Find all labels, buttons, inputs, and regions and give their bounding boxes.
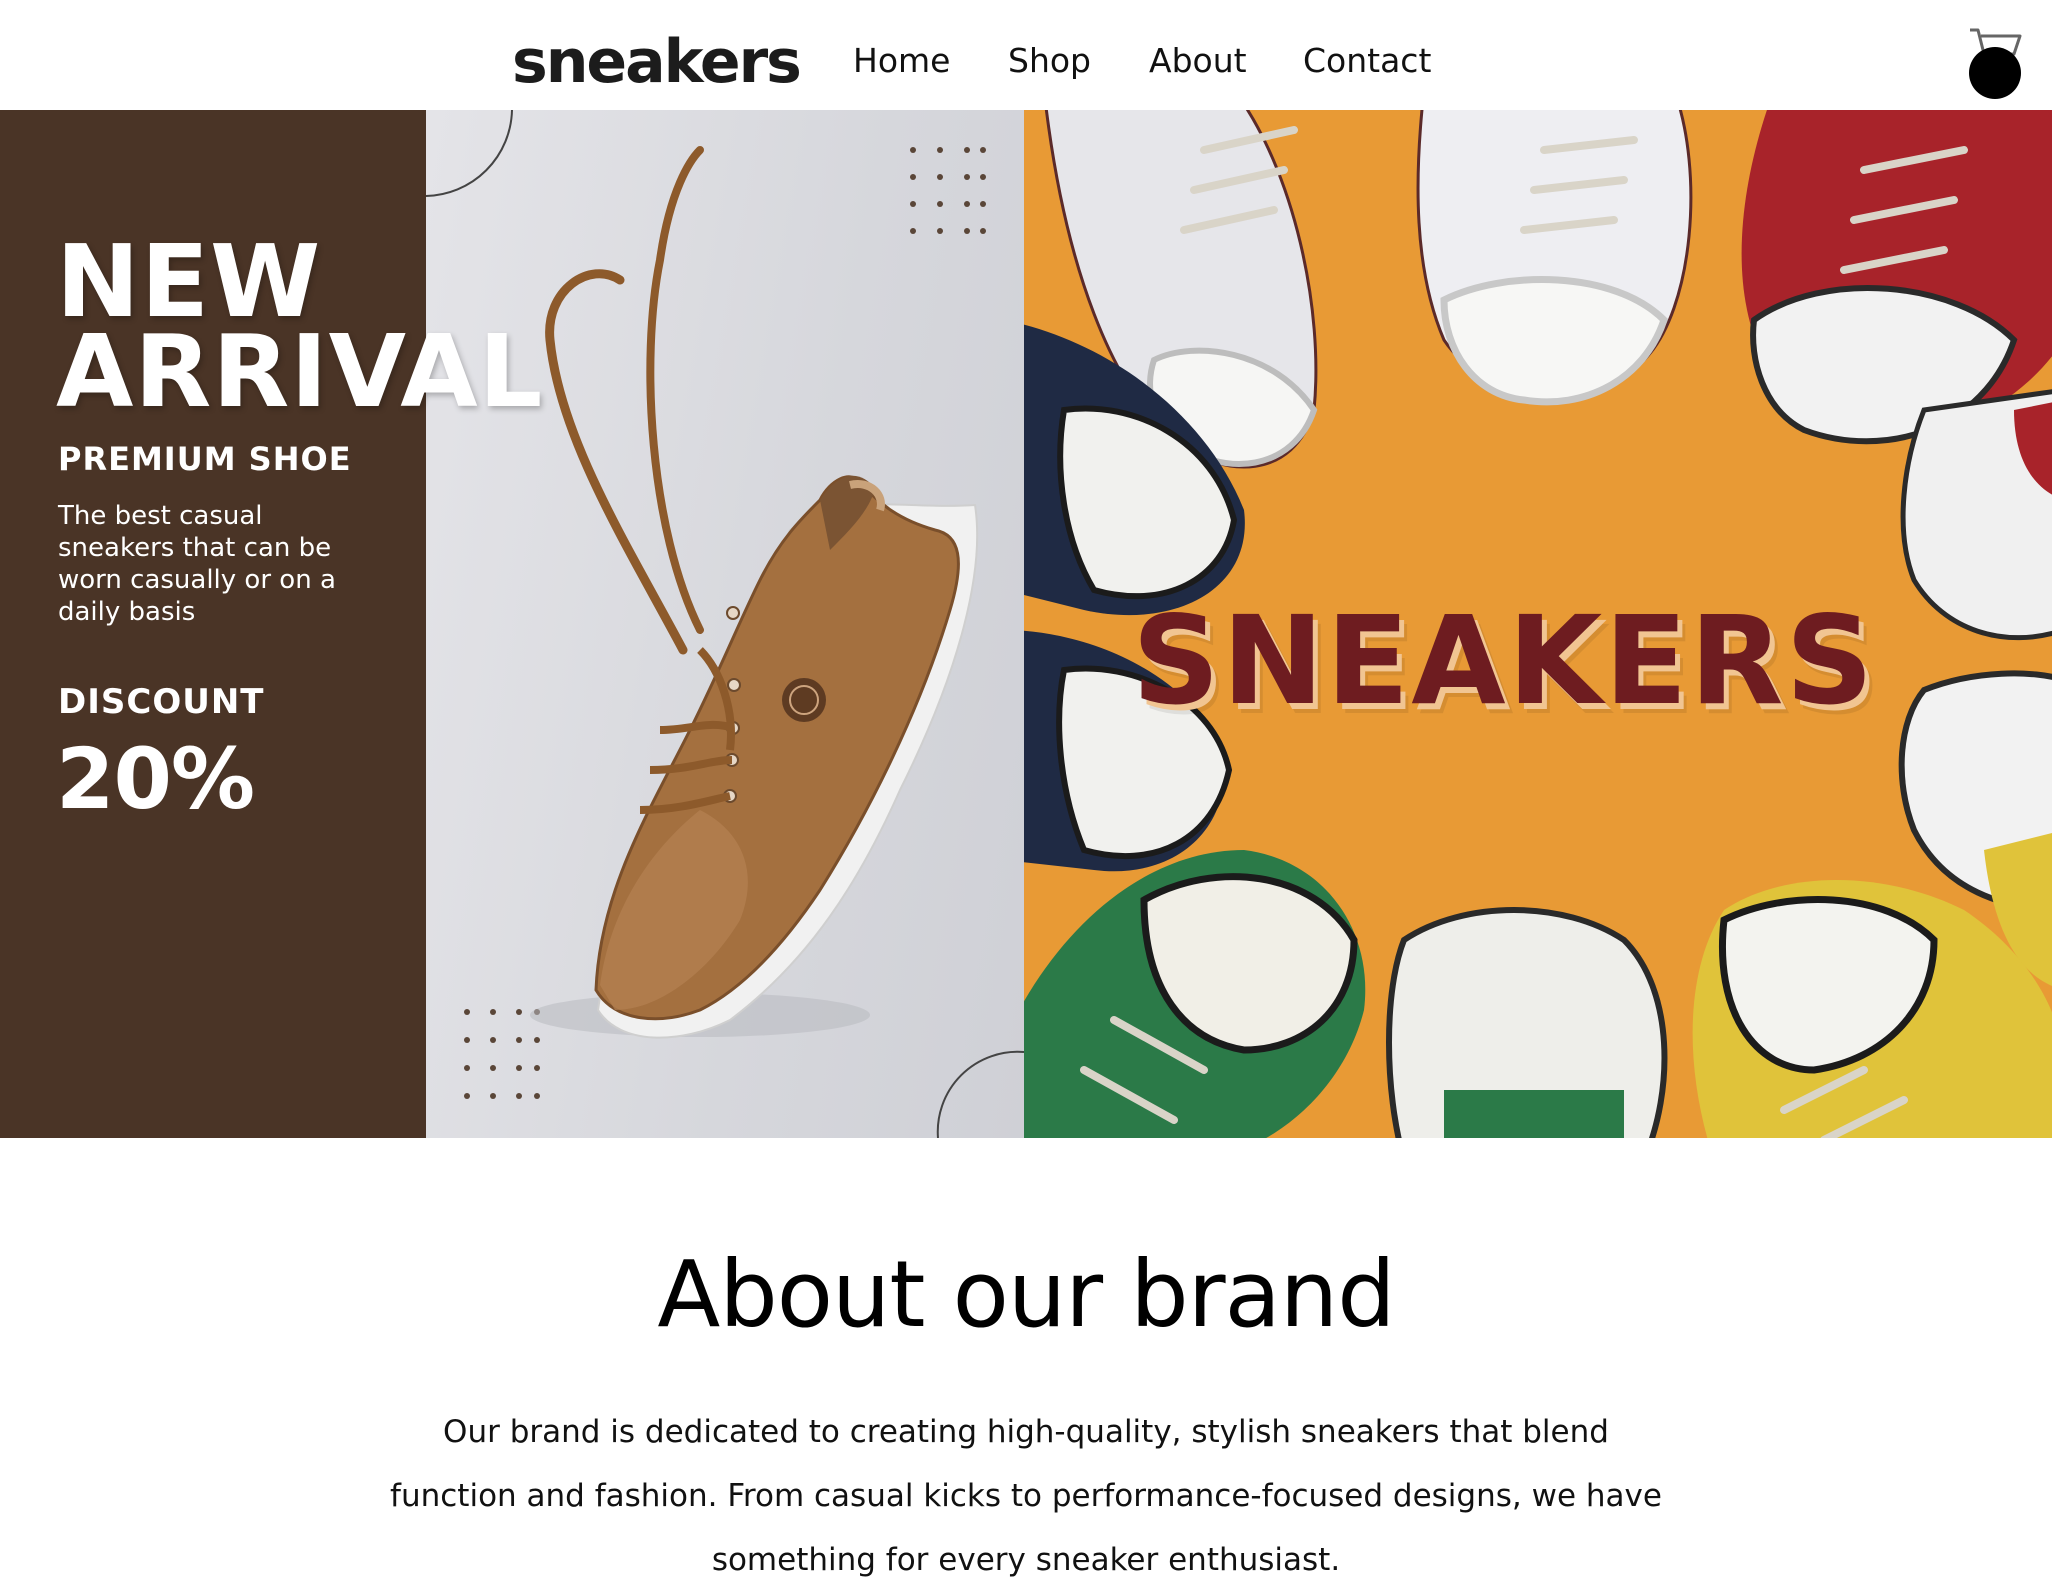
cart-count-badge[interactable] [1969,47,2021,99]
promo-subheading: PREMIUM SHOE [58,440,352,478]
about-description: Our brand is dedicated to creating high-… [390,1414,1662,1578]
about-title: About our brand [657,1241,1395,1348]
nav-link-home[interactable]: Home [853,36,950,86]
promo-description: The best casual sneakers that can be wor… [58,501,336,627]
promo-headline-arrival: ARRIVAL [56,313,544,430]
sneakers-collage[interactable]: SNEAKERS [1024,110,2052,1138]
nav-link-shop[interactable]: Shop [1008,36,1091,86]
collage-sneakers-title: SNEAKERS [1132,590,1876,732]
hero-banner: NEW ARRIVAL PREMIUM SHOE The best casual… [0,110,2052,1138]
new-arrival-promo[interactable]: NEW ARRIVAL PREMIUM SHOE The best casual… [0,110,1024,1138]
top-navigation: sneakers Home Shop About Contact [0,0,2052,110]
brand-logo[interactable]: sneakers [512,22,802,102]
nav-link-about[interactable]: About [1149,36,1247,86]
nav-link-contact[interactable]: Contact [1303,36,1431,86]
discount-label: DISCOUNT [58,682,265,722]
discount-value: 20% [56,730,255,828]
